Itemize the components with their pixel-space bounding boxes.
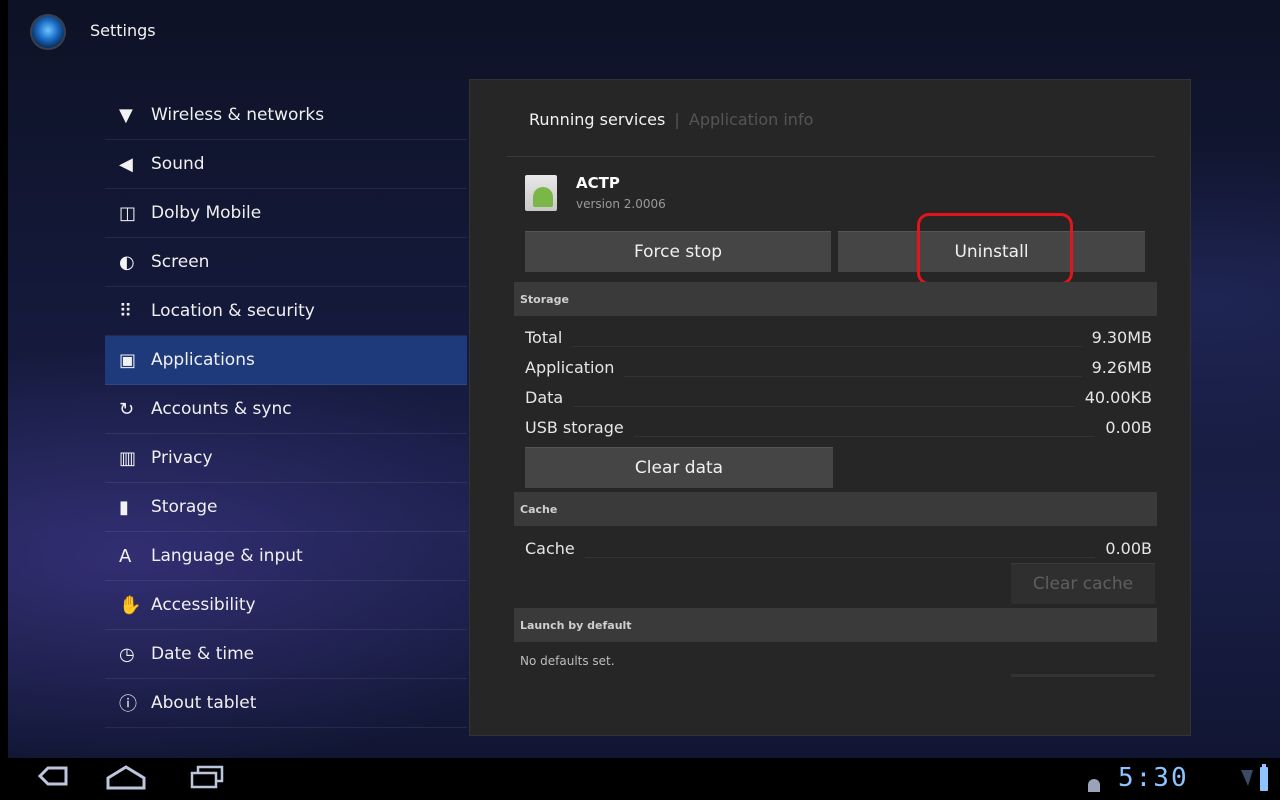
nav-item-accessibility[interactable]: ✋ Accessibility <box>105 581 467 630</box>
row-leader <box>572 345 1082 347</box>
nav-item-dolby[interactable]: ◫ Dolby Mobile <box>105 189 467 238</box>
nav-item-label: Wireless & networks <box>151 105 325 125</box>
row-leader <box>573 405 1075 407</box>
app-name: ACTP <box>576 174 620 192</box>
uninstall-highlight-annotation <box>917 213 1073 285</box>
settings-nav: ▼ Wireless & networks ◀ Sound ◫ Dolby Mo… <box>105 91 467 728</box>
android-debug-icon <box>1086 771 1102 799</box>
sd-card-icon: ▮ <box>119 496 129 518</box>
cache-row: Cache 0.00B <box>525 534 1152 562</box>
clock[interactable]: 5:30 <box>1118 763 1189 793</box>
clear-cache-button[interactable]: Clear cache <box>1011 563 1155 604</box>
row-value: 0.00B <box>1105 417 1152 437</box>
home-icon[interactable] <box>106 764 146 796</box>
row-value: 40.00KB <box>1084 387 1152 407</box>
nav-item-label: Privacy <box>151 448 213 468</box>
battery-icon <box>1258 764 1270 798</box>
back-icon[interactable] <box>37 764 68 794</box>
breadcrumb: Running services | Application info <box>529 110 813 129</box>
nav-item-label: Screen <box>151 252 210 272</box>
storage-row-data: Data 40.00KB <box>525 383 1152 411</box>
breadcrumb-running-services[interactable]: Running services <box>529 110 665 129</box>
recents-icon[interactable] <box>190 765 224 795</box>
settings-screen: Settings ▼ Wireless & networks ◀ Sound ◫… <box>8 0 1280 758</box>
row-leader <box>633 435 1096 437</box>
row-leader <box>624 375 1082 377</box>
left-bezel <box>0 0 8 800</box>
nav-item-location-security[interactable]: ⠿ Location & security <box>105 287 467 336</box>
force-stop-button[interactable]: Force stop <box>525 231 831 272</box>
row-value: 0.00B <box>1105 538 1152 558</box>
app-info-panel: Running services | Application info ACTP… <box>469 79 1191 736</box>
nav-item-storage[interactable]: ▮ Storage <box>105 483 467 532</box>
divider <box>506 156 1154 157</box>
nav-item-wireless[interactable]: ▼ Wireless & networks <box>105 91 467 140</box>
launch-default-section-header: Launch by default <box>514 608 1157 642</box>
row-leader <box>584 556 1096 558</box>
settings-app-icon[interactable] <box>30 14 66 50</box>
action-bar: Settings <box>8 0 1280 64</box>
page-title: Settings <box>90 21 156 40</box>
storage-row-application: Application 9.26MB <box>525 353 1152 381</box>
nav-item-label: Sound <box>151 154 205 174</box>
brightness-icon: ◐ <box>119 251 135 273</box>
nav-item-language-input[interactable]: A Language & input <box>105 532 467 581</box>
nav-item-privacy[interactable]: ▥ Privacy <box>105 434 467 483</box>
storage-section-header: Storage <box>514 282 1157 316</box>
breadcrumb-separator: | <box>674 110 680 129</box>
row-label: Cache <box>525 538 575 558</box>
clear-data-button[interactable]: Clear data <box>525 447 833 488</box>
applications-icon: ▣ <box>119 349 137 371</box>
nav-item-label: About tablet <box>151 693 257 713</box>
nav-item-label: Date & time <box>151 644 255 664</box>
app-version: version 2.0006 <box>576 197 666 211</box>
row-value: 9.30MB <box>1091 327 1152 347</box>
lock-grid-icon: ⠿ <box>119 300 133 322</box>
nav-item-applications[interactable]: ▣ Applications <box>105 336 467 385</box>
clock-icon: ◷ <box>119 643 135 665</box>
wifi-icon: ▼ <box>119 104 133 126</box>
nav-item-accounts-sync[interactable]: ↻ Accounts & sync <box>105 385 467 434</box>
nav-item-about-tablet[interactable]: ⓘ About tablet <box>105 679 467 728</box>
row-value: 9.26MB <box>1091 357 1152 377</box>
hand-icon: ✋ <box>119 594 142 616</box>
nav-item-label: Accessibility <box>151 595 256 615</box>
privacy-icon: ▥ <box>119 447 137 469</box>
system-bar: 5:30 <box>0 758 1280 800</box>
signal-icon <box>1240 766 1254 796</box>
nav-item-label: Location & security <box>151 301 315 321</box>
clear-defaults-button[interactable] <box>1011 674 1155 677</box>
row-label: Application <box>525 357 615 377</box>
row-label: Total <box>525 327 563 347</box>
nav-item-screen[interactable]: ◐ Screen <box>105 238 467 287</box>
app-icon <box>525 175 557 211</box>
speaker-icon: ◀ <box>119 153 133 175</box>
keyboard-icon: A <box>119 545 132 567</box>
nav-item-sound[interactable]: ◀ Sound <box>105 140 467 189</box>
cache-section-header: Cache <box>514 492 1157 526</box>
sync-icon: ↻ <box>119 398 135 420</box>
breadcrumb-application-info: Application info <box>688 110 814 129</box>
nav-item-label: Language & input <box>151 546 303 566</box>
nav-item-label: Applications <box>151 350 255 370</box>
nav-item-label: Dolby Mobile <box>151 203 262 223</box>
row-label: Data <box>525 387 564 407</box>
storage-row-total: Total 9.30MB <box>525 323 1152 351</box>
nav-item-label: Storage <box>151 497 218 517</box>
nav-item-label: Accounts & sync <box>151 399 292 419</box>
launch-default-text: No defaults set. <box>520 654 615 668</box>
nav-item-date-time[interactable]: ◷ Date & time <box>105 630 467 679</box>
dolby-icon: ◫ <box>119 202 137 224</box>
storage-row-usb: USB storage 0.00B <box>525 413 1152 441</box>
info-icon: ⓘ <box>119 694 137 715</box>
row-label: USB storage <box>525 417 624 437</box>
